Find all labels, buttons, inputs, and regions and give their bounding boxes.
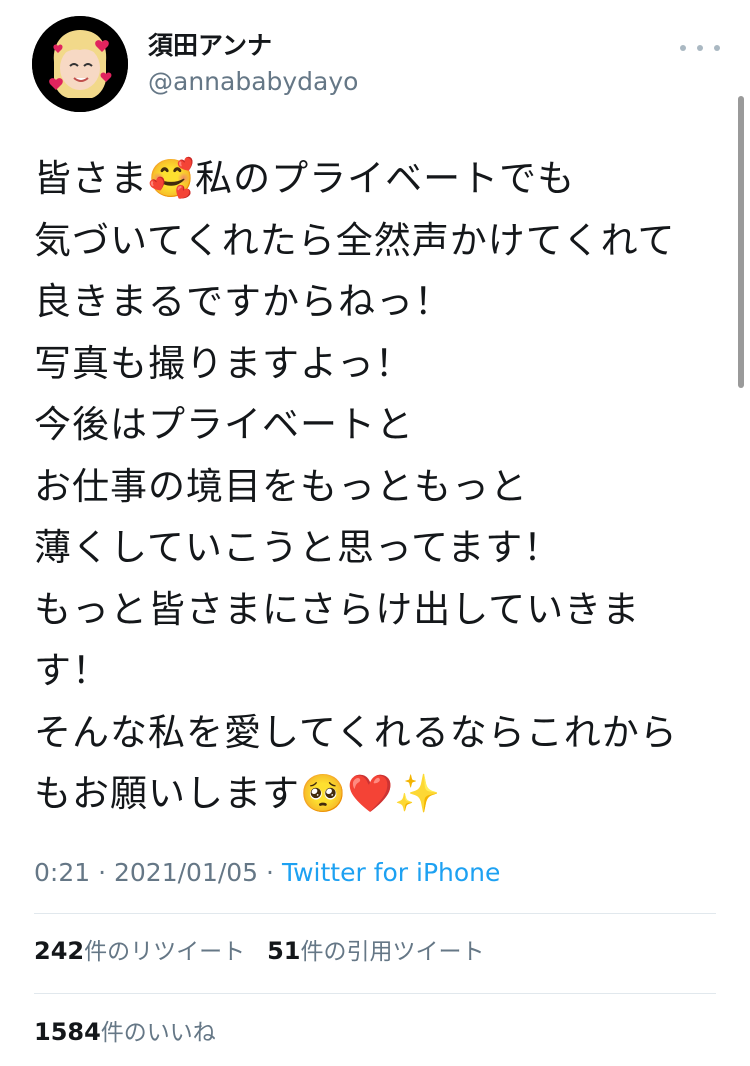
retweet-stats-row: 242件のリツイート 51件の引用ツイート [34, 935, 485, 968]
avatar-image [32, 16, 128, 112]
tweet-text-line: お仕事の境目をもっともっと [34, 464, 528, 508]
tweet-text-line: そんな私を愛してくれるならこれから [34, 710, 678, 754]
tweet-time[interactable]: 0:21 [34, 858, 90, 887]
tweet-text-line: 皆さま🥰私のプライベートでも [34, 157, 576, 200]
tweet-text-line: 薄くしていこうと思ってます！ [34, 526, 562, 569]
quotes-count: 51 [267, 937, 301, 965]
tweet-text-line: す！ [34, 649, 110, 692]
more-dot [680, 45, 686, 51]
more-dot [714, 45, 720, 51]
tweet-text-line: 気づいてくれたら全然声かけてくれて [34, 218, 676, 262]
scrollbar[interactable] [738, 96, 744, 388]
tweet-text: 皆さま🥰私のプライベートでも 気づいてくれたら全然声かけてくれて 良きまるですか… [34, 148, 714, 825]
divider [34, 913, 716, 914]
tweet-text-line: 良きまるですからねっ！ [34, 280, 452, 323]
tweet-metadata: 0:21 · 2021/01/05 · Twitter for iPhone [34, 856, 500, 890]
retweets-count: 242 [34, 937, 85, 965]
likes-stats-row: 1584件のいいね [34, 1016, 216, 1049]
quotes-label: 件の引用ツイート [300, 939, 485, 965]
tweet-source-link[interactable]: Twitter for iPhone [282, 858, 500, 887]
likes-count: 1584 [34, 1018, 101, 1046]
tweet-detail: 須田アンナ @annababydayo 皆さま🥰私のプライベートでも 気づいてく… [0, 0, 750, 1066]
tweet-text-line: もっと皆さまにさらけ出していきま [34, 587, 641, 631]
tweet-text-line: 今後はプライベートと [34, 403, 414, 446]
display-name[interactable]: 須田アンナ [148, 30, 272, 62]
retweets-label: 件のリツイート [84, 939, 246, 965]
user-handle[interactable]: @annababydayo [148, 66, 358, 98]
avatar[interactable] [32, 16, 128, 112]
tweet-date[interactable]: 2021/01/05 [114, 858, 258, 887]
likes-label: 件のいいね [100, 1020, 216, 1046]
likes-stat[interactable]: 1584件のいいね [34, 1018, 216, 1046]
tweet-text-line: 写真も撮りますよっ！ [34, 341, 413, 385]
more-options-icon[interactable] [680, 38, 720, 58]
tweet-text-line: もお願いします🥺❤️✨ [34, 772, 442, 815]
more-dot [697, 45, 703, 51]
quotes-stat[interactable]: 51件の引用ツイート [267, 937, 485, 965]
meta-separator: · [266, 858, 274, 887]
divider [34, 993, 716, 994]
retweets-stat[interactable]: 242件のリツイート [34, 937, 246, 965]
meta-separator: · [98, 858, 107, 887]
